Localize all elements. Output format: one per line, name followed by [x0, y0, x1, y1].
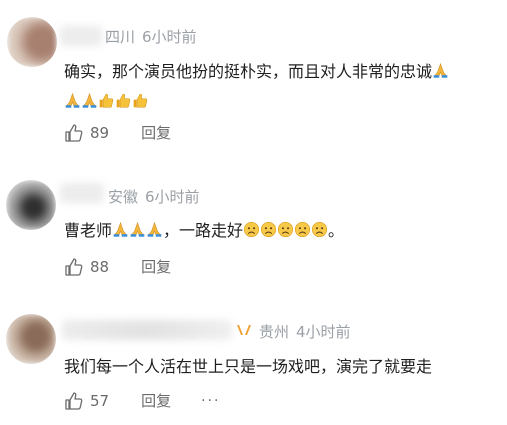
comment-text-segment: 曹老师: [64, 221, 113, 240]
pray-emoji-icon: [82, 92, 97, 108]
reply-button[interactable]: 回复: [141, 122, 171, 143]
comment-text: 确实，那个演员他扮的挺朴实，而且对人非常的忠诚: [64, 57, 449, 117]
like-button[interactable]: 57: [64, 391, 109, 411]
location-label: 四川: [105, 28, 136, 46]
like-button[interactable]: 89: [64, 123, 109, 143]
more-options-button[interactable]: ···: [201, 393, 220, 409]
pray-emoji-icon: [130, 221, 145, 237]
location-label: 贵州: [259, 323, 290, 341]
pray-emoji-icon: [147, 221, 162, 237]
comment-text: 曹老师 ，一路走好 。: [64, 216, 344, 246]
like-count: 57: [90, 391, 110, 410]
sad-emoji-icon: [312, 221, 328, 238]
comment-text-segment: 。: [328, 221, 345, 240]
comment-meta: 贵州 4小时前: [236, 321, 358, 342]
reply-button[interactable]: 回复: [141, 390, 171, 411]
sad-emoji-icon: [261, 221, 277, 238]
like-count: 88: [90, 257, 110, 276]
timestamp: 6小时前: [142, 28, 197, 46]
pray-emoji-icon: [65, 92, 80, 108]
pray-emoji-icon: [113, 221, 128, 237]
comment-text-segment: ，一路走好: [163, 221, 244, 240]
avatar[interactable]: [6, 314, 56, 364]
sad-emoji-icon: [295, 221, 311, 238]
thumbs-up-emoji-icon: [116, 93, 131, 108]
comment-meta: 安徽 6小时前: [108, 186, 207, 207]
location-label: 安徽: [108, 188, 139, 206]
thumbs-up-outline-icon: [65, 257, 83, 276]
username-blurred[interactable]: [62, 320, 232, 340]
comment-actions: 88 回复: [64, 256, 171, 277]
comment-meta: 四川 6小时前: [105, 26, 204, 47]
comment-actions: 57 回复 ···: [64, 390, 220, 411]
username-blurred[interactable]: [60, 183, 104, 203]
thumbs-up-outline-icon: [65, 123, 83, 142]
username-blurred[interactable]: [60, 26, 102, 46]
sad-emoji-icon: [278, 221, 294, 238]
like-button[interactable]: 88: [64, 257, 109, 277]
vip-badge-icon: [236, 323, 252, 341]
comment-text: 我们每一个人活在世上只是一场戏吧，演完了就要走: [64, 352, 432, 382]
comment-actions: 89 回复: [64, 122, 171, 143]
pray-emoji-icon: [433, 62, 448, 78]
like-count: 89: [90, 123, 110, 142]
avatar[interactable]: [6, 180, 56, 230]
comment-text-segment: 确实，那个演员他扮的挺朴实，而且对人非常的忠诚: [64, 62, 433, 81]
avatar[interactable]: [7, 17, 57, 67]
thumbs-up-emoji-icon: [133, 93, 148, 108]
thumbs-up-emoji-icon: [99, 93, 114, 108]
timestamp: 6小时前: [145, 188, 200, 206]
comment-text-segment: 我们每一个人活在世上只是一场戏吧，演完了就要走: [64, 357, 433, 376]
thumbs-up-outline-icon: [65, 391, 83, 410]
reply-button[interactable]: 回复: [141, 256, 171, 277]
timestamp: 4小时前: [296, 323, 351, 341]
sad-emoji-icon: [244, 221, 260, 238]
